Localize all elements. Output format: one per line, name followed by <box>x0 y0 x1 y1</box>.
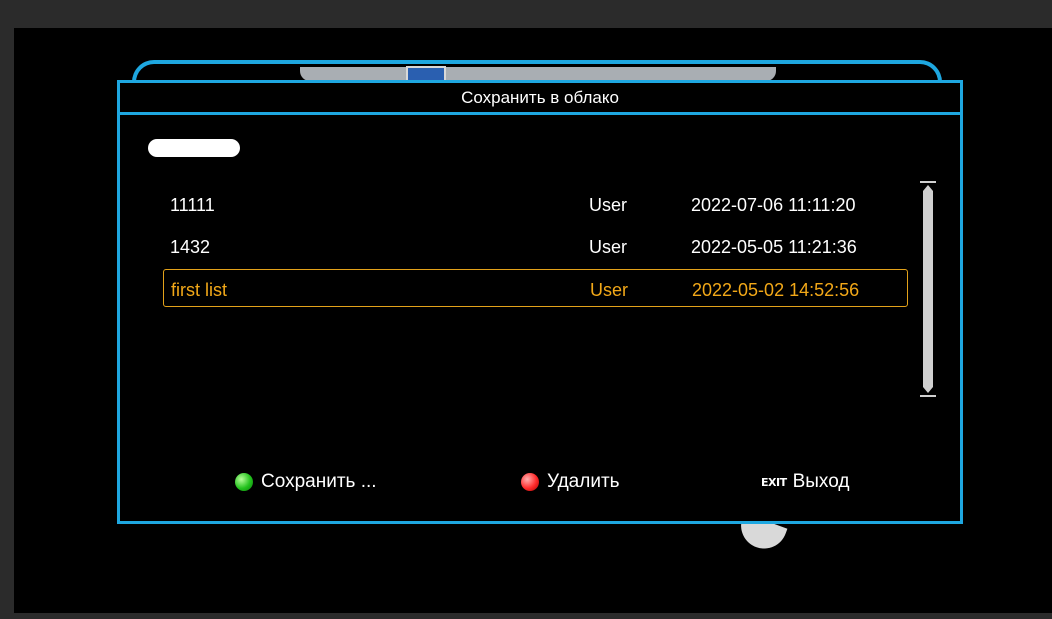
list-item-name: first list <box>171 280 227 300</box>
scrollbar[interactable] <box>920 181 936 397</box>
scroll-down-icon[interactable] <box>920 387 936 397</box>
scrollbar-thumb[interactable] <box>923 191 933 387</box>
list-item-name: 11111 <box>170 195 215 215</box>
list-item-date: 2022-05-02 14:52:56 <box>692 280 860 300</box>
redacted-label <box>148 139 240 157</box>
delete-label: Удалить <box>547 471 620 492</box>
list-item-date: 2022-05-05 11:21:36 <box>691 237 857 257</box>
save-button[interactable]: Сохранить ... <box>235 471 377 493</box>
scroll-up-icon[interactable] <box>920 181 936 191</box>
exit-button[interactable]: EXIT Выход <box>761 471 849 493</box>
list-item[interactable]: 1432 User 2022-05-05 11:21:36 <box>163 227 908 265</box>
delete-button[interactable]: Удалить <box>521 471 620 493</box>
green-key-icon <box>235 473 253 491</box>
list-item-user: User <box>590 280 629 300</box>
list-item-date: 2022-07-06 11:11:20 <box>691 195 856 215</box>
exit-label: Выход <box>792 471 850 492</box>
list-item[interactable]: 11111 User 2022-07-06 11:11:20 <box>163 185 908 223</box>
list-item-user: User <box>589 195 628 215</box>
exit-key-icon: EXIT <box>761 475 787 489</box>
red-key-icon <box>521 473 539 491</box>
list-item-name: 1432 <box>170 237 211 257</box>
dialog-title: Сохранить в облако <box>120 83 960 115</box>
background-menu-bar <box>300 67 776 81</box>
list-item-selected[interactable]: first list User 2022-05-02 14:52:56 <box>163 269 908 307</box>
save-label: Сохранить ... <box>261 471 377 492</box>
list-item-user: User <box>589 237 628 257</box>
save-to-cloud-dialog: Сохранить в облако 11111 User 2022-07-06… <box>117 80 963 524</box>
